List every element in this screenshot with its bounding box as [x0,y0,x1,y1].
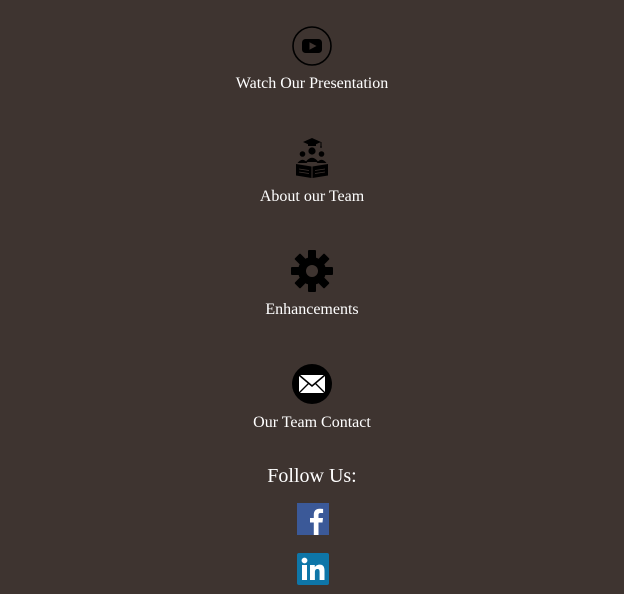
menu-item-presentation[interactable]: Watch Our Presentation [0,25,624,93]
youtube-icon[interactable] [291,25,333,67]
follow-us-heading: Follow Us: [267,465,357,487]
linkedin-link[interactable] [297,553,329,585]
gear-icon[interactable] [291,250,333,292]
facebook-icon [297,503,329,535]
menu-item-team[interactable]: About our Team [0,137,624,206]
envelope-icon[interactable] [291,363,333,405]
team-link[interactable]: About our Team [0,188,624,206]
menu-item-contact[interactable]: Our Team Contact [0,363,624,432]
menu-item-enhancements[interactable]: Enhancements [0,250,624,319]
linkedin-icon [297,553,329,585]
facebook-link[interactable] [297,503,329,535]
contact-link[interactable]: Our Team Contact [0,414,624,432]
enhancements-link[interactable]: Enhancements [0,301,624,319]
presentation-link[interactable]: Watch Our Presentation [0,75,624,93]
team-graduation-icon[interactable] [291,137,333,179]
